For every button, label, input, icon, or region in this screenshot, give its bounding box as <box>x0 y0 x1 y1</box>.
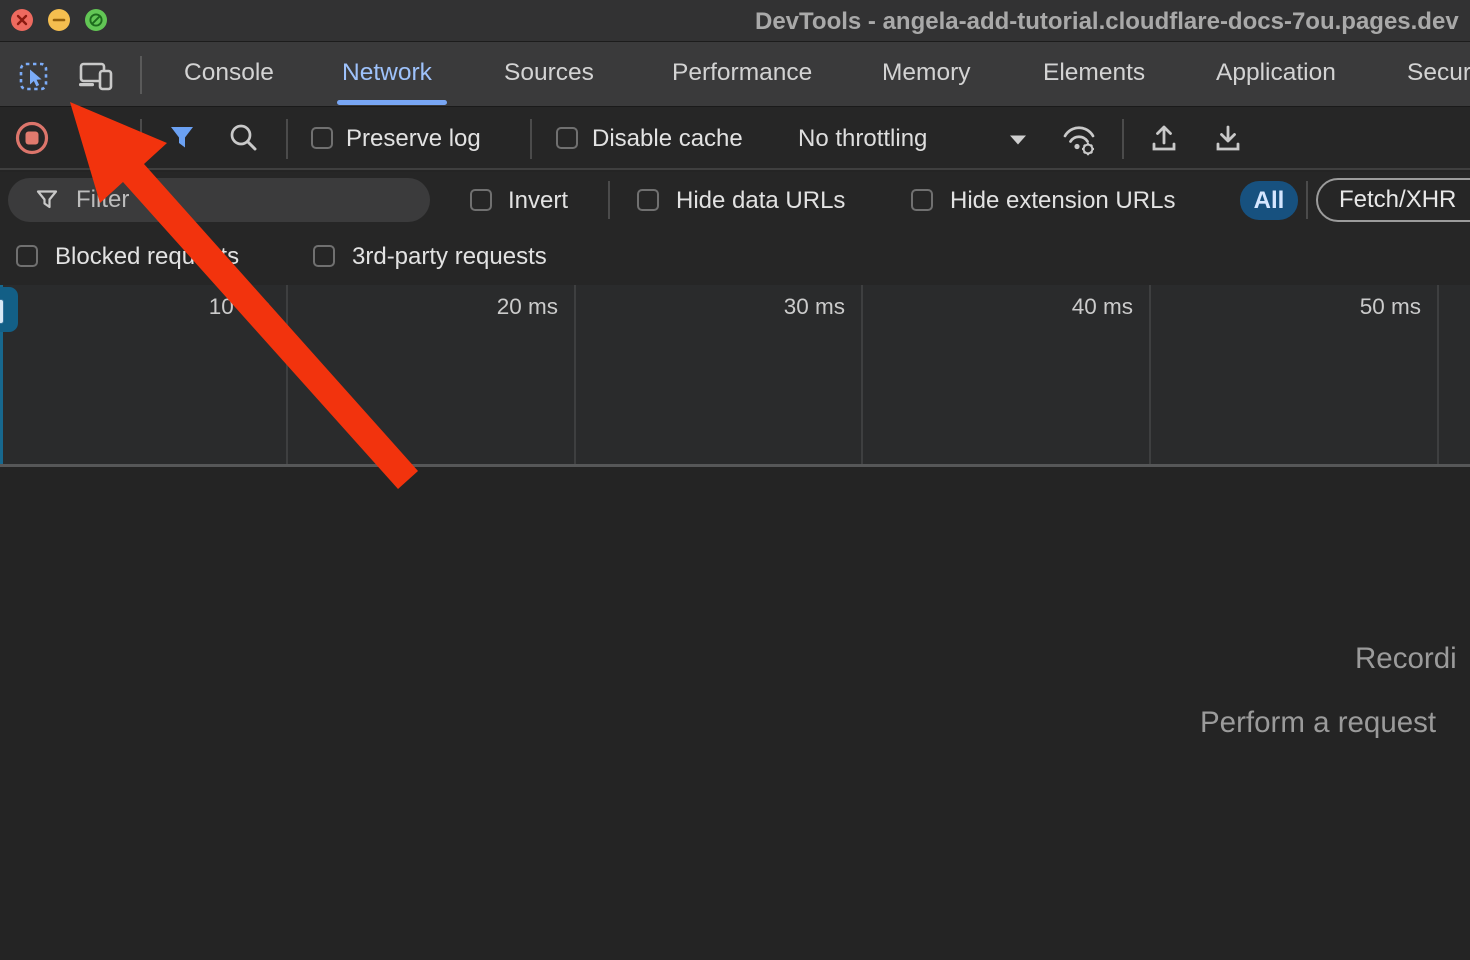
inspect-icon[interactable] <box>17 60 51 94</box>
tab-application[interactable]: Application <box>1216 59 1336 87</box>
toolbar-divider <box>286 119 288 159</box>
timeline-tick-label: 10 ms <box>186 294 270 320</box>
tab-memory[interactable]: Memory <box>882 59 970 87</box>
toolbar-divider <box>530 119 532 159</box>
active-tab-underline <box>337 100 447 105</box>
filter-input-container[interactable] <box>8 178 430 222</box>
filter-divider <box>1306 181 1308 219</box>
third-party-requests-checkbox[interactable] <box>313 245 335 267</box>
toolbar-divider <box>1122 119 1124 159</box>
import-har-icon[interactable] <box>1146 120 1182 156</box>
tab-security[interactable]: Security <box>1407 59 1470 87</box>
clear-icon[interactable] <box>80 121 114 155</box>
hide-data-urls-label: Hide data URLs <box>676 186 845 216</box>
close-icon[interactable] <box>11 9 33 31</box>
requests-table-empty-area: Recordi Perform a request <box>0 470 1470 960</box>
export-har-icon[interactable] <box>1210 120 1246 156</box>
preserve-log-label: Preserve log <box>346 124 481 154</box>
toolbar-divider <box>140 56 142 94</box>
empty-state-line2: Perform a request <box>1200 706 1436 740</box>
request-type-fetch-xhr-button[interactable]: Fetch/XHR <box>1316 178 1470 222</box>
tab-performance[interactable]: Performance <box>672 59 812 87</box>
overview-drag-grip <box>0 299 4 324</box>
tab-console[interactable]: Console <box>184 59 274 87</box>
tab-sources[interactable]: Sources <box>504 59 594 87</box>
network-filter-bar: Invert Hide data URLs Hide extension URL… <box>0 172 1470 228</box>
blocked-requests-label: Blocked requests <box>55 242 239 272</box>
empty-state-line1: Recordi <box>1355 642 1457 676</box>
disable-cache-checkbox[interactable] <box>556 127 578 149</box>
timeline-tick-label: 50 ms <box>1337 294 1421 320</box>
preserve-log-checkbox[interactable] <box>311 127 333 149</box>
minimize-icon[interactable] <box>48 9 70 31</box>
tab-elements[interactable]: Elements <box>1043 59 1145 87</box>
filter-divider <box>608 181 610 219</box>
network-conditions-icon[interactable] <box>1058 119 1100 159</box>
invert-checkbox[interactable] <box>470 189 492 211</box>
timeline-gridline <box>861 285 863 464</box>
timeline-tick-label: 30 ms <box>761 294 845 320</box>
hide-data-urls-checkbox[interactable] <box>637 189 659 211</box>
record-icon[interactable] <box>14 120 50 156</box>
timeline-tick-label: 40 ms <box>1049 294 1133 320</box>
network-overview-timeline[interactable]: 10 ms 20 ms 30 ms 40 ms 50 ms <box>0 285 1470 467</box>
filter-input[interactable] <box>76 185 416 215</box>
overview-drag-handle[interactable] <box>0 287 18 332</box>
disable-cache-label: Disable cache <box>592 124 743 154</box>
devtools-tabbar: Console Network Sources Performance Memo… <box>0 42 1470 107</box>
timeline-gridline <box>1437 285 1439 464</box>
filter-outline-icon <box>34 187 60 213</box>
device-toolbar-icon[interactable] <box>78 61 116 93</box>
hide-extension-urls-label: Hide extension URLs <box>950 186 1175 216</box>
window-titlebar: DevTools - angela-add-tutorial.cloudflar… <box>0 0 1470 42</box>
toolbar-divider <box>140 119 142 159</box>
timeline-gridline <box>574 285 576 464</box>
request-type-all-button[interactable]: All <box>1240 181 1298 220</box>
chevron-down-icon[interactable] <box>1008 134 1028 146</box>
network-toolbar: Preserve log Disable cache No throttling <box>0 107 1470 170</box>
timeline-tick-label: 20 ms <box>474 294 558 320</box>
timeline-gridline <box>286 285 288 464</box>
zoom-icon[interactable] <box>85 9 107 31</box>
blocked-requests-checkbox[interactable] <box>16 245 38 267</box>
throttling-select[interactable]: No throttling <box>798 124 927 154</box>
request-filters-row: Blocked requests 3rd-party requests <box>0 228 1470 285</box>
window-title: DevTools - angela-add-tutorial.cloudflar… <box>755 8 1459 36</box>
filter-funnel-icon[interactable] <box>166 122 198 154</box>
invert-label: Invert <box>508 186 568 216</box>
timeline-gridline <box>1149 285 1151 464</box>
hide-extension-urls-checkbox[interactable] <box>911 189 933 211</box>
tab-network[interactable]: Network <box>342 59 432 87</box>
search-icon[interactable] <box>227 121 261 155</box>
third-party-requests-label: 3rd-party requests <box>352 242 547 272</box>
